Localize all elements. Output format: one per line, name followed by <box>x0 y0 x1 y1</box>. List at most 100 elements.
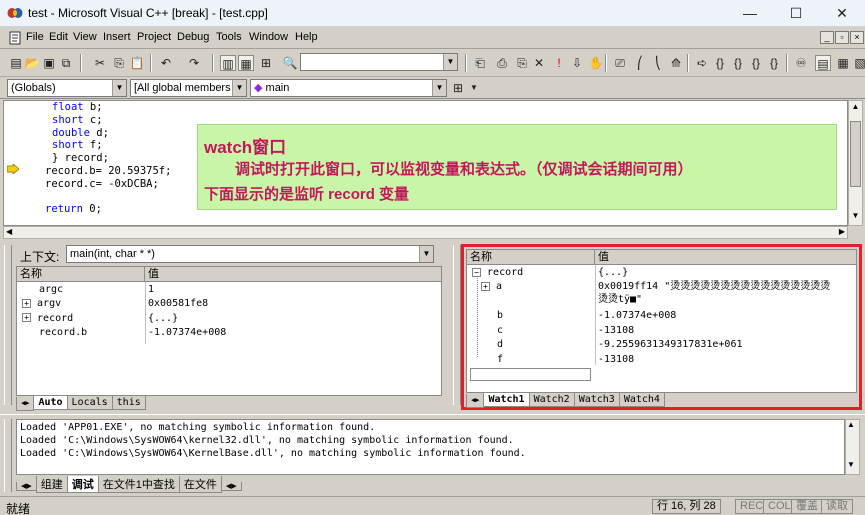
go-icon[interactable]: ⇩ <box>569 55 585 71</box>
tab-locals[interactable]: Locals <box>66 396 113 410</box>
expand-plus-icon[interactable]: + <box>481 281 490 291</box>
minimize-button[interactable]: — <box>727 0 773 27</box>
tab-find-in-files-2[interactable]: 在文件 <box>178 476 222 493</box>
mdi-minimize-icon[interactable]: _ <box>820 31 834 44</box>
break-icon[interactable]: ⎝ <box>650 55 666 71</box>
tab-watch4[interactable]: Watch4 <box>618 393 665 407</box>
document-icon[interactable] <box>8 31 22 45</box>
undo-icon[interactable]: ↶ <box>158 55 174 71</box>
breakpoint-hand-icon[interactable]: ✋ <box>588 55 604 71</box>
context-combo[interactable]: main(int, char * *) ▼ <box>66 245 434 263</box>
menu-insert[interactable]: Insert <box>103 31 131 43</box>
watch-value[interactable]: -9.2559631349317831e+061 <box>598 338 743 353</box>
table-row[interactable]: + argv <box>22 297 61 312</box>
expand-plus-icon[interactable]: + <box>22 298 31 308</box>
chevron-down-icon[interactable]: ▼ <box>419 246 433 262</box>
tab-watch1[interactable]: Watch1 <box>483 393 530 407</box>
tab-scroll-left-icon[interactable]: ◀▶ <box>16 482 37 491</box>
scroll-up-icon[interactable]: ▲ <box>850 102 861 114</box>
column-header-name[interactable]: 名称 <box>17 267 145 282</box>
find-combo[interactable]: ▼ <box>300 53 458 71</box>
build-icon[interactable]: ⎙ <box>494 55 510 71</box>
watch-value[interactable]: -13108 <box>598 353 634 368</box>
close-button[interactable]: ✕ <box>819 0 865 27</box>
apply-code-changes-icon[interactable]: ⟰ <box>668 55 684 71</box>
collapse-minus-icon[interactable]: − <box>472 267 481 277</box>
variables-window-icon[interactable]: ▦ <box>835 55 851 71</box>
column-header-name[interactable]: 名称 <box>467 250 595 265</box>
table-row[interactable]: + a <box>481 280 502 295</box>
build-all-icon[interactable]: ⎘ <box>514 55 530 71</box>
tab-find-in-files-1[interactable]: 在文件1中查找 <box>97 476 180 493</box>
watch-value[interactable]: {...} <box>598 266 628 281</box>
variable-value[interactable]: 1 <box>148 283 154 298</box>
wizard-action-icon[interactable]: ⊞ <box>450 80 466 96</box>
tab-scroll-left-icon[interactable]: ◀▶ <box>466 394 485 408</box>
menu-tools[interactable]: Tools <box>216 31 242 43</box>
watch-value[interactable]: -1.07374e+008 <box>598 309 676 324</box>
output-window-icon[interactable]: ▦ <box>238 55 254 71</box>
members-combo[interactable]: [All global members ▼ <box>130 79 247 97</box>
scroll-down-icon[interactable]: ▼ <box>847 460 855 469</box>
chevron-down-icon[interactable]: ▼ <box>232 80 246 96</box>
function-combo[interactable]: ◆ main ▼ <box>250 79 447 97</box>
menu-view[interactable]: View <box>73 31 97 43</box>
quickwatch-icon[interactable]: ♾ <box>793 55 809 71</box>
table-row[interactable]: + record <box>22 312 73 327</box>
tab-scroll-icon[interactable]: ◀▶ <box>220 482 242 491</box>
editor-vertical-scrollbar[interactable]: ▲ ▼ <box>848 100 863 226</box>
paste-icon[interactable]: 📋 <box>129 55 145 71</box>
tab-build[interactable]: 组建 <box>35 476 68 493</box>
show-next-statement-icon[interactable]: ➪ <box>694 55 710 71</box>
open-folder-icon[interactable]: 📂 <box>24 55 40 71</box>
tab-this[interactable]: this <box>111 396 146 410</box>
scroll-left-icon[interactable]: ◀ <box>6 227 12 236</box>
scroll-thumb[interactable] <box>850 121 861 187</box>
menu-window[interactable]: Window <box>249 31 288 43</box>
restart-icon[interactable]: ⎚ <box>612 55 628 71</box>
run-to-cursor-icon[interactable]: {} <box>766 55 782 71</box>
menu-file[interactable]: File <box>26 31 44 43</box>
new-file-icon[interactable]: ▤ <box>8 55 24 71</box>
workspace-icon[interactable]: ▥ <box>220 55 236 71</box>
watch-value[interactable]: -13108 <box>598 324 634 339</box>
output-vertical-scrollbar[interactable]: ▲ ▼ <box>845 419 860 475</box>
cut-icon[interactable]: ✂ <box>92 55 108 71</box>
variable-value[interactable]: -1.07374e+008 <box>148 326 226 341</box>
editor-horizontal-scrollbar[interactable]: ◀ ▶ <box>3 226 848 239</box>
panel-grip[interactable] <box>4 419 12 492</box>
output-window[interactable]: Loaded 'APP01.EXE', no matching symbolic… <box>16 419 845 475</box>
scope-combo[interactable]: (Globals) ▼ <box>7 79 127 97</box>
column-header-value[interactable]: 值 <box>595 250 856 265</box>
column-header-value[interactable]: 值 <box>145 267 441 282</box>
menu-help[interactable]: Help <box>295 31 318 43</box>
window-list-icon[interactable]: ⊞ <box>258 55 274 71</box>
save-all-icon[interactable]: ⧉ <box>58 55 74 71</box>
menu-project[interactable]: Project <box>137 31 171 43</box>
maximize-button[interactable]: ☐ <box>773 0 819 27</box>
registers-window-icon[interactable]: ▧ <box>852 55 865 71</box>
step-out-icon[interactable]: {} <box>748 55 764 71</box>
menu-edit[interactable]: Edit <box>49 31 68 43</box>
tab-debug[interactable]: 调试 <box>66 476 99 493</box>
menu-debug[interactable]: Debug <box>177 31 209 43</box>
chevron-down-icon[interactable]: ▼ <box>432 80 446 96</box>
compile-icon[interactable]: ⎗ <box>472 55 488 71</box>
variable-value[interactable]: 0x00581fe8 <box>148 297 208 312</box>
chevron-down-icon[interactable]: ▼ <box>112 80 126 96</box>
step-over-icon[interactable]: {} <box>730 55 746 71</box>
tab-auto[interactable]: Auto <box>33 396 68 410</box>
variable-value[interactable]: {...} <box>148 312 178 327</box>
stop-build-icon[interactable]: ✕ <box>531 55 547 71</box>
stop-debugging-icon[interactable]: ⎛ <box>632 55 648 71</box>
tab-watch3[interactable]: Watch3 <box>573 393 620 407</box>
mdi-close-icon[interactable]: × <box>850 31 864 44</box>
watch-window-icon[interactable]: ▤ <box>815 55 831 71</box>
panel-grip[interactable] <box>453 245 461 405</box>
scroll-right-icon[interactable]: ▶ <box>839 227 845 236</box>
table-row[interactable]: − record <box>472 266 523 281</box>
panel-grip[interactable] <box>4 245 12 405</box>
chevron-down-icon[interactable]: ▼ <box>443 54 457 70</box>
redo-icon[interactable]: ↷ <box>186 55 202 71</box>
scroll-up-icon[interactable]: ▲ <box>847 420 855 429</box>
